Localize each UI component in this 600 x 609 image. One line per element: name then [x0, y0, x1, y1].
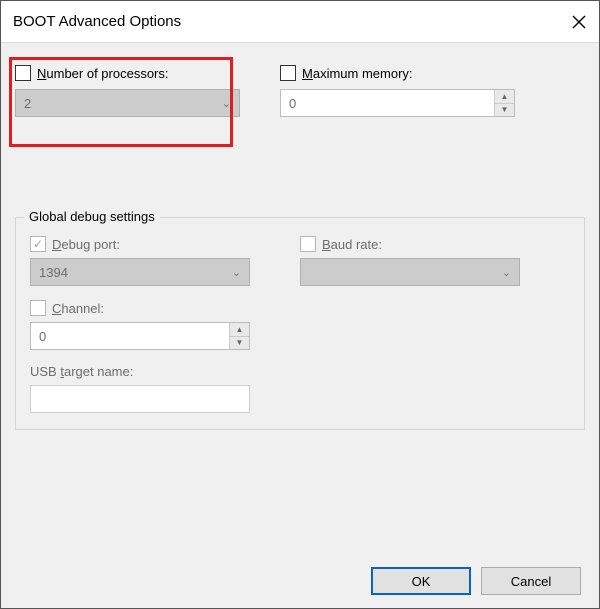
spinner-up-icon: ▲ [230, 323, 249, 337]
usb-target-label: USB target name: [30, 364, 250, 379]
channel-checkbox-row: Channel: [30, 300, 250, 316]
close-icon [572, 15, 586, 29]
memory-spinner-arrows[interactable]: ▲ ▼ [494, 90, 514, 116]
memory-label: Maximum memory: [302, 66, 413, 81]
processors-value: 2 [24, 96, 31, 111]
groupbox-legend: Global debug settings [24, 209, 160, 224]
baud-rate-checkbox [300, 236, 316, 252]
memory-value: 0 [281, 90, 494, 116]
channel-spinner: 0 ▲ ▼ [30, 322, 250, 350]
debug-port-label: Debug port: [52, 237, 120, 252]
processors-dropdown[interactable]: 2 ⌄ [15, 89, 240, 117]
usb-target-block: USB target name: [30, 364, 250, 413]
debug-port-block: ✓ Debug port: 1394 ⌄ [30, 236, 250, 286]
titlebar: BOOT Advanced Options [1, 1, 599, 43]
global-debug-groupbox: Global debug settings ✓ Debug port: 1394… [15, 217, 585, 430]
debug-row-1: ✓ Debug port: 1394 ⌄ Baud rate: [30, 236, 570, 286]
memory-checkbox[interactable] [280, 65, 296, 81]
baud-rate-label: Baud rate: [322, 237, 382, 252]
channel-label: Channel: [52, 301, 104, 316]
processors-checkbox-row[interactable]: Number of processors: [15, 65, 240, 81]
channel-spinner-arrows: ▲ ▼ [229, 323, 249, 349]
spinner-down-icon[interactable]: ▼ [495, 104, 514, 117]
channel-block: Channel: 0 ▲ ▼ [30, 300, 250, 350]
debug-row-2: Channel: 0 ▲ ▼ [30, 300, 570, 350]
baud-rate-dropdown: ⌄ [300, 258, 520, 286]
processors-checkbox[interactable] [15, 65, 31, 81]
baud-rate-checkbox-row: Baud rate: [300, 236, 520, 252]
debug-port-dropdown: 1394 ⌄ [30, 258, 250, 286]
dialog-footer: OK Cancel [1, 554, 599, 608]
ok-button[interactable]: OK [371, 567, 471, 595]
window-title: BOOT Advanced Options [13, 13, 559, 30]
memory-spinner[interactable]: 0 ▲ ▼ [280, 89, 515, 117]
processors-block: Number of processors: 2 ⌄ [15, 65, 240, 117]
debug-port-checkbox: ✓ [30, 236, 46, 252]
chevron-down-icon: ⌄ [502, 266, 511, 279]
debug-port-value: 1394 [39, 265, 68, 280]
chevron-down-icon: ⌄ [232, 266, 241, 279]
channel-checkbox [30, 300, 46, 316]
top-row: Number of processors: 2 ⌄ Maximum memory… [15, 65, 585, 117]
chevron-down-icon: ⌄ [222, 97, 231, 110]
channel-value: 0 [31, 323, 229, 349]
spinner-down-icon: ▼ [230, 337, 249, 350]
processors-label: Number of processors: [37, 66, 169, 81]
dialog-content: Number of processors: 2 ⌄ Maximum memory… [1, 43, 599, 554]
baud-rate-block: Baud rate: ⌄ [300, 236, 520, 286]
dialog-window: BOOT Advanced Options Number of processo… [0, 0, 600, 609]
cancel-button[interactable]: Cancel [481, 567, 581, 595]
debug-port-checkbox-row: ✓ Debug port: [30, 236, 250, 252]
close-button[interactable] [559, 1, 599, 43]
spinner-up-icon[interactable]: ▲ [495, 90, 514, 104]
memory-block: Maximum memory: 0 ▲ ▼ [280, 65, 515, 117]
usb-target-input [30, 385, 250, 413]
memory-checkbox-row[interactable]: Maximum memory: [280, 65, 515, 81]
